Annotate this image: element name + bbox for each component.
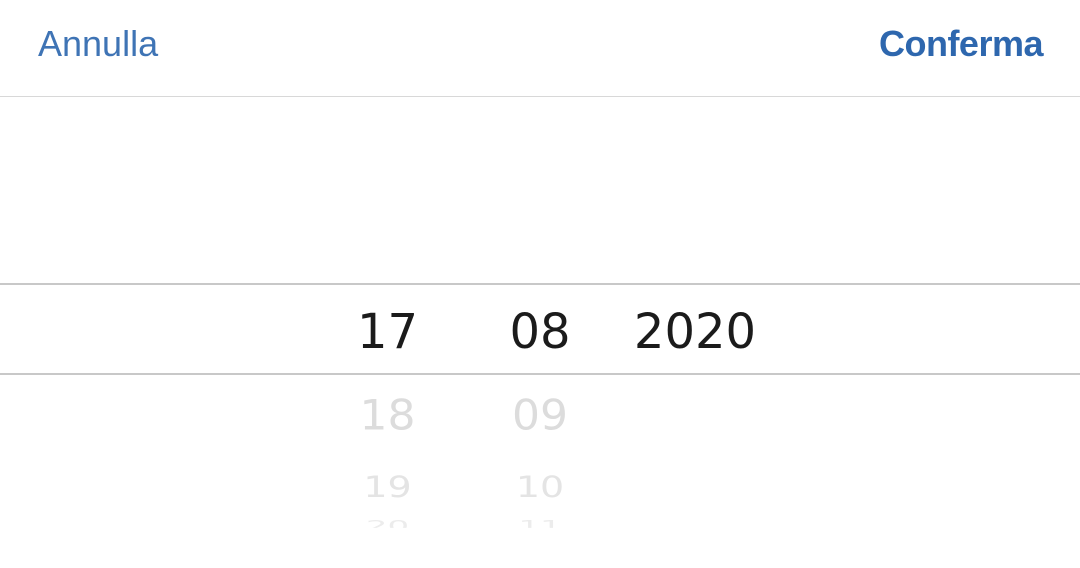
month-wheel[interactable]: 08 09 10 11 [485, 98, 595, 543]
month-option[interactable]: 09 [485, 391, 595, 441]
day-option[interactable]: 20 [330, 518, 445, 528]
day-option-label: 20 [365, 518, 410, 528]
date-picker-sheet: Annulla Conferma 17 18 19 20 08 09 10 11… [0, 0, 1080, 568]
month-option[interactable]: 10 [485, 471, 595, 504]
year-wheel[interactable]: 2020 [615, 98, 775, 543]
day-option[interactable]: 19 [330, 471, 445, 504]
date-wheel-picker: 17 18 19 20 08 09 10 11 2020 [0, 98, 1080, 543]
confirm-button[interactable]: Conferma [879, 22, 1044, 66]
day-wheel[interactable]: 17 18 19 20 [330, 98, 445, 543]
month-option-label: 11 [518, 518, 562, 528]
picker-toolbar: Annulla Conferma [0, 0, 1080, 97]
month-option[interactable]: 11 [485, 518, 595, 528]
day-selected-value: 17 [356, 304, 419, 360]
year-selected-value: 2020 [633, 304, 757, 360]
day-option[interactable]: 18 [330, 391, 445, 441]
cancel-button[interactable]: Annulla [38, 22, 158, 66]
month-selected-value: 08 [509, 304, 571, 360]
